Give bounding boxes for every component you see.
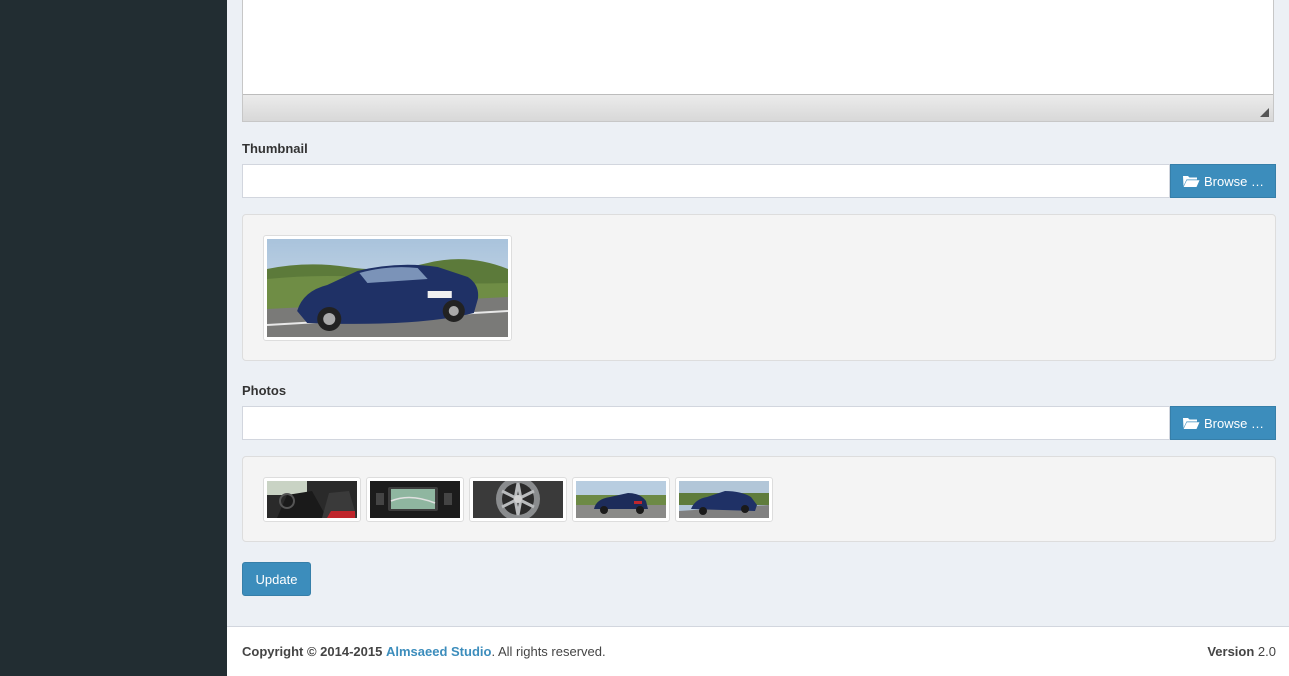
photo-thumb-rear[interactable] [572, 477, 670, 522]
car-rear-photo [576, 481, 666, 518]
folder-open-icon [1183, 176, 1200, 187]
folder-open-icon [1183, 418, 1200, 429]
sidebar [0, 0, 227, 676]
footer-copyright: Copyright © 2014-2015 Almsaeed Studio. A… [242, 644, 606, 659]
photo-thumb-interior[interactable] [263, 477, 361, 522]
version-label: Version [1207, 644, 1255, 659]
car-interior-photo [267, 481, 357, 518]
rights-text: . All rights reserved. [491, 644, 606, 659]
car-front-photo [679, 481, 769, 518]
thumbnail-file-input[interactable] [242, 164, 1170, 198]
thumbnail-browse-label: Browse … [1204, 173, 1264, 189]
photos-label: Photos [242, 383, 287, 398]
thumbnail-label: Thumbnail [242, 141, 308, 156]
thumbnail-browse-button[interactable]: Browse … [1170, 164, 1276, 198]
footer-version: Version 2.0 [1207, 644, 1276, 659]
editor-status-bar [243, 94, 1273, 121]
thumbnail-preview-panel [242, 214, 1276, 361]
alloy-wheel-photo [473, 481, 563, 518]
photos-preview-panel [242, 456, 1276, 542]
navigation-screen-photo [370, 481, 460, 518]
photo-thumb-wheel[interactable] [469, 477, 567, 522]
resize-grip-icon[interactable] [1260, 108, 1269, 117]
thumbnail-image[interactable] [263, 235, 512, 341]
photo-thumb-front[interactable] [675, 477, 773, 522]
studio-link[interactable]: Almsaeed Studio [386, 644, 491, 659]
photo-thumb-navigation[interactable] [366, 477, 464, 522]
main-content: Thumbnail Browse … Photos Browse … Updat… [227, 0, 1289, 626]
version-value: 2.0 [1257, 644, 1276, 659]
thumbnail-input-group: Browse … [242, 164, 1276, 198]
update-button[interactable]: Update [242, 562, 311, 596]
photos-file-input[interactable] [242, 406, 1170, 440]
copyright-text: Copyright © 2014-2015 [242, 644, 383, 659]
photos-browse-button[interactable]: Browse … [1170, 406, 1276, 440]
footer: Copyright © 2014-2015 Almsaeed Studio. A… [227, 626, 1289, 676]
photos-input-group: Browse … [242, 406, 1276, 440]
photos-browse-label: Browse … [1204, 415, 1264, 431]
rich-text-editor[interactable] [242, 0, 1274, 122]
car-thumbnail-image [267, 239, 508, 337]
